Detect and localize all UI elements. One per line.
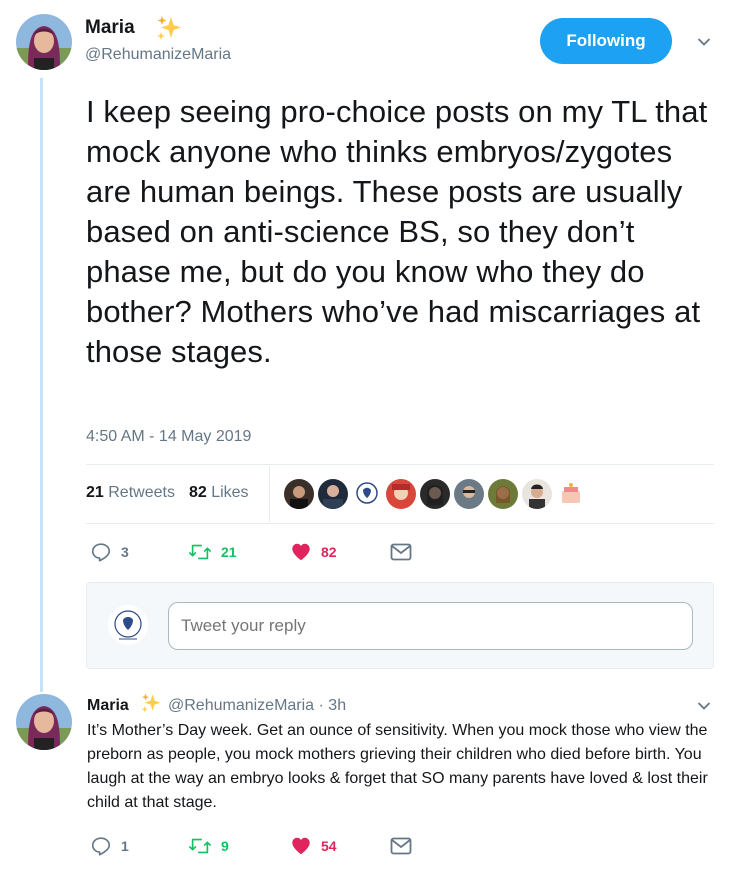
retweet-count: 9 <box>221 838 229 854</box>
reply-action[interactable]: 1 <box>90 835 129 857</box>
chevron-down-icon[interactable] <box>696 34 712 50</box>
liker-avatar[interactable] <box>352 479 382 509</box>
reply-icon <box>91 837 111 856</box>
like-count: 54 <box>321 838 337 854</box>
heart-icon <box>292 837 310 855</box>
like-action[interactable]: 54 <box>290 835 337 857</box>
like-count: 82 <box>321 544 337 560</box>
divider <box>86 523 714 524</box>
reply-icon <box>91 543 111 562</box>
reply-author-name[interactable]: Maria <box>87 697 129 715</box>
reply-input[interactable] <box>168 602 693 650</box>
reply-text: It’s Mother’s Day week. Get an ounce of … <box>87 722 708 811</box>
liker-avatars <box>284 479 586 509</box>
direct-message-action[interactable] <box>390 543 412 561</box>
sparkle-icon <box>155 14 183 42</box>
avatar[interactable] <box>16 694 72 750</box>
retweet-icon <box>189 544 211 560</box>
retweet-action[interactable]: 9 <box>188 835 229 857</box>
likes-count: 82 <box>188 484 207 501</box>
liker-avatar[interactable] <box>318 479 348 509</box>
divider <box>86 464 714 465</box>
liker-avatar[interactable] <box>522 479 552 509</box>
liker-avatar[interactable] <box>488 479 518 509</box>
like-action[interactable]: 82 <box>290 541 337 563</box>
reply-author-handle[interactable]: @RehumanizeMaria · 3h <box>168 697 346 715</box>
liker-avatar[interactable] <box>386 479 416 509</box>
retweet-action[interactable]: 21 <box>188 541 237 563</box>
liker-avatar[interactable] <box>420 479 450 509</box>
liker-avatar[interactable] <box>454 479 484 509</box>
heart-icon <box>292 543 310 561</box>
current-user-avatar[interactable] <box>108 605 148 645</box>
envelope-icon <box>390 543 412 561</box>
chevron-down-icon[interactable] <box>696 698 712 714</box>
sparkle-icon <box>140 692 162 714</box>
liker-avatar[interactable] <box>556 479 586 509</box>
retweet-icon <box>189 838 211 854</box>
retweets-count: 21 <box>86 484 104 501</box>
stats-separator <box>269 466 270 522</box>
retweets-stat[interactable]: 21 Retweets <box>86 484 175 502</box>
following-button[interactable]: Following <box>540 18 672 64</box>
likes-label: Likes <box>211 484 249 501</box>
reply-action[interactable]: 3 <box>90 541 129 563</box>
envelope-icon <box>390 837 412 855</box>
thread-line <box>40 78 43 692</box>
author-name[interactable]: Maria <box>85 17 135 39</box>
tweet-text: I keep seeing pro-choice posts on my TL … <box>86 94 708 369</box>
tweet-timestamp[interactable]: 4:50 AM - 14 May 2019 <box>86 428 251 446</box>
retweet-count: 21 <box>221 544 237 560</box>
reply-count: 3 <box>121 544 129 560</box>
retweets-label: Retweets <box>108 484 175 501</box>
author-handle[interactable]: @RehumanizeMaria <box>85 46 231 64</box>
avatar[interactable] <box>16 14 72 70</box>
direct-message-action[interactable] <box>390 837 412 855</box>
reply-count: 1 <box>121 838 129 854</box>
likes-stat[interactable]: 82 Likes <box>189 484 249 502</box>
liker-avatar[interactable] <box>284 479 314 509</box>
tweet-stats: 21 Retweets 82 Likes <box>86 484 249 502</box>
